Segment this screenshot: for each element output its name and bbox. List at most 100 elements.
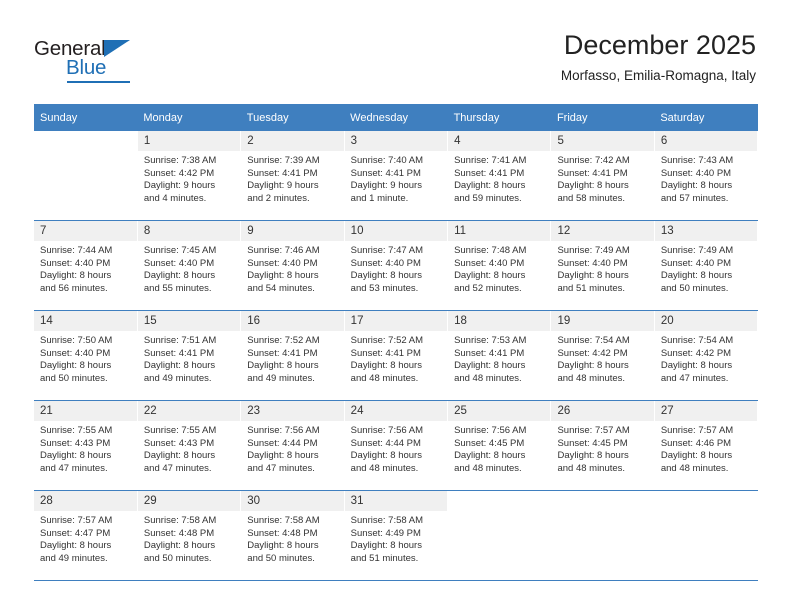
calendar-day-cell[interactable]: 28 Sunrise: 7:57 AM Sunset: 4:47 PM Dayligh… xyxy=(34,490,138,581)
daylight-text: Daylight: 8 hours xyxy=(40,270,112,282)
calendar-day-cell[interactable]: 27 Sunrise: 7:57 AM Sunset: 4:46 PM Dayligh… xyxy=(654,400,759,491)
sunrise-text: Sunrise: 7:51 AM xyxy=(143,335,217,346)
day-number: 11 xyxy=(448,221,551,241)
daylight-text: and 48 minutes. xyxy=(557,462,626,474)
calendar-day-cell[interactable]: 21 Sunrise: 7:55 AM Sunset: 4:43 PM Dayligh… xyxy=(34,400,138,491)
calendar-cell-empty xyxy=(34,131,138,221)
day-details: Sunrise: 7:56 AM Sunset: 4:44 PM Daylight:… xyxy=(345,421,447,475)
calendar-day-cell[interactable]: 24 Sunrise: 7:56 AM Sunset: 4:44 PM Dayligh… xyxy=(344,400,449,491)
calendar-day-cell[interactable]: 2 Sunrise: 7:39 AM Sunset: 4:41 PM Daylight… xyxy=(240,131,345,221)
calendar-day-cell[interactable]: 31 Sunrise: 7:58 AM Sunset: 4:49 PM Dayligh… xyxy=(344,490,449,581)
day-details: Sunrise: 7:54 AM Sunset: 4:42 PM Daylight:… xyxy=(551,331,653,385)
daylight-text: and 49 minutes. xyxy=(247,372,315,384)
calendar-body: 1 Sunrise: 7:38 AM Sunset: 4:42 PM Daylight… xyxy=(34,131,759,581)
day-number: 26 xyxy=(551,401,654,421)
daylight-text: Daylight: 8 hours xyxy=(247,360,319,372)
daylight-text: and 1 minute. xyxy=(350,192,409,204)
daylight-text: and 48 minutes. xyxy=(350,462,419,474)
day-details: Sunrise: 7:53 AM Sunset: 4:41 PM Daylight:… xyxy=(448,331,550,385)
sunset-text: Sunset: 4:40 PM xyxy=(454,257,525,269)
calendar-day-cell[interactable]: 17 Sunrise: 7:52 AM Sunset: 4:41 PM Dayligh… xyxy=(344,310,449,401)
day-details: Sunrise: 7:50 AM Sunset: 4:40 PM Daylight:… xyxy=(34,331,137,385)
day-number: 14 xyxy=(34,311,137,331)
sunrise-text: Sunrise: 7:57 AM xyxy=(660,425,734,436)
calendar-week-row: 14 Sunrise: 7:50 AM Sunset: 4:40 PM Dayligh… xyxy=(34,310,759,401)
calendar-day-cell[interactable]: 22 Sunrise: 7:55 AM Sunset: 4:43 PM Dayligh… xyxy=(137,400,242,491)
day-number: 9 xyxy=(241,221,344,241)
calendar-day-cell[interactable]: 29 Sunrise: 7:58 AM Sunset: 4:48 PM Dayligh… xyxy=(137,490,242,581)
day-number: 28 xyxy=(34,491,137,511)
sunrise-text: Sunrise: 7:50 AM xyxy=(40,335,113,346)
day-details: Sunrise: 7:44 AM Sunset: 4:40 PM Daylight:… xyxy=(34,241,137,295)
calendar-day-cell[interactable]: 20 Sunrise: 7:54 AM Sunset: 4:42 PM Dayligh… xyxy=(654,310,759,401)
generalblue-logo[interactable]: General Blue xyxy=(34,38,174,84)
day-number: 7 xyxy=(34,221,137,241)
day-number: 18 xyxy=(448,311,551,331)
calendar-day-cell[interactable]: 1 Sunrise: 7:38 AM Sunset: 4:42 PM Daylight… xyxy=(137,131,242,221)
sunset-text: Sunset: 4:42 PM xyxy=(143,167,215,179)
daylight-text: and 58 minutes. xyxy=(557,192,626,204)
sunrise-text: Sunrise: 7:49 AM xyxy=(557,245,630,256)
daylight-text: Daylight: 8 hours xyxy=(557,180,629,192)
calendar-day-cell[interactable]: 23 Sunrise: 7:56 AM Sunset: 4:44 PM Dayligh… xyxy=(240,400,345,491)
day-number: 16 xyxy=(241,311,344,331)
logo-underline xyxy=(67,81,130,83)
daylight-text: Daylight: 8 hours xyxy=(660,450,733,462)
daylight-text: Daylight: 8 hours xyxy=(557,360,629,372)
calendar-day-cell[interactable]: 7 Sunrise: 7:44 AM Sunset: 4:40 PM Daylight… xyxy=(34,220,138,311)
weekday-header-wednesday: Wednesday xyxy=(344,104,448,131)
calendar-day-cell[interactable]: 6 Sunrise: 7:43 AM Sunset: 4:40 PM Daylight… xyxy=(654,131,759,221)
daylight-text: and 50 minutes. xyxy=(247,552,315,564)
sunset-text: Sunset: 4:41 PM xyxy=(247,347,318,359)
calendar-day-cell[interactable]: 12 Sunrise: 7:49 AM Sunset: 4:40 PM Dayligh… xyxy=(550,220,655,311)
sunrise-text: Sunrise: 7:54 AM xyxy=(557,335,630,346)
calendar-day-cell[interactable]: 19 Sunrise: 7:54 AM Sunset: 4:42 PM Dayligh… xyxy=(550,310,655,401)
calendar-day-cell[interactable]: 13 Sunrise: 7:49 AM Sunset: 4:40 PM Dayligh… xyxy=(654,220,759,311)
sunrise-text: Sunrise: 7:52 AM xyxy=(350,335,424,346)
calendar-day-cell[interactable]: 18 Sunrise: 7:53 AM Sunset: 4:41 PM Dayligh… xyxy=(447,310,552,401)
logo-text-blue: Blue xyxy=(66,56,107,79)
calendar-day-cell[interactable]: 14 Sunrise: 7:50 AM Sunset: 4:40 PM Dayligh… xyxy=(34,310,138,401)
sunrise-sunset-calendar: Sunday Monday Tuesday Wednesday Thursday… xyxy=(34,104,759,581)
weekday-header-tuesday: Tuesday xyxy=(240,104,345,131)
daylight-text: and 55 minutes. xyxy=(143,282,212,294)
sunset-text: Sunset: 4:41 PM xyxy=(454,167,525,179)
weekday-header-monday: Monday xyxy=(137,104,241,131)
calendar-day-cell[interactable]: 16 Sunrise: 7:52 AM Sunset: 4:41 PM Dayligh… xyxy=(240,310,345,401)
calendar-week-row: 1 Sunrise: 7:38 AM Sunset: 4:42 PM Daylight… xyxy=(34,131,759,221)
logo-triangle-icon xyxy=(104,40,130,57)
sunset-text: Sunset: 4:48 PM xyxy=(143,527,215,539)
day-number: 13 xyxy=(654,221,758,241)
sunrise-text: Sunrise: 7:56 AM xyxy=(454,425,527,436)
sunrise-text: Sunrise: 7:48 AM xyxy=(454,245,527,256)
daylight-text: Daylight: 9 hours xyxy=(247,180,319,192)
page-header: General Blue December 2025 Morfasso, Emi… xyxy=(0,0,792,103)
sunset-text: Sunset: 4:40 PM xyxy=(350,257,421,269)
calendar-day-cell[interactable]: 25 Sunrise: 7:56 AM Sunset: 4:45 PM Dayligh… xyxy=(447,400,552,491)
day-number xyxy=(551,491,653,511)
calendar-day-cell[interactable]: 5 Sunrise: 7:42 AM Sunset: 4:41 PM Daylight… xyxy=(550,131,655,221)
calendar-day-cell[interactable]: 26 Sunrise: 7:57 AM Sunset: 4:45 PM Dayligh… xyxy=(550,400,655,491)
calendar-day-cell[interactable]: 15 Sunrise: 7:51 AM Sunset: 4:41 PM Dayligh… xyxy=(137,310,242,401)
sunrise-text: Sunrise: 7:57 AM xyxy=(557,425,630,436)
calendar-day-cell[interactable]: 9 Sunrise: 7:46 AM Sunset: 4:40 PM Daylight… xyxy=(240,220,345,311)
calendar-day-cell[interactable]: 4 Sunrise: 7:41 AM Sunset: 4:41 PM Daylight… xyxy=(447,131,552,221)
calendar-week-row: 7 Sunrise: 7:44 AM Sunset: 4:40 PM Daylight… xyxy=(34,220,759,311)
calendar-day-cell[interactable]: 30 Sunrise: 7:58 AM Sunset: 4:48 PM Dayligh… xyxy=(240,490,345,581)
sunset-text: Sunset: 4:44 PM xyxy=(350,437,421,449)
daylight-text: Daylight: 8 hours xyxy=(247,540,319,552)
day-details: Sunrise: 7:52 AM Sunset: 4:41 PM Daylight:… xyxy=(241,331,343,385)
daylight-text: and 4 minutes. xyxy=(143,192,207,204)
day-details: Sunrise: 7:48 AM Sunset: 4:40 PM Daylight:… xyxy=(448,241,550,295)
daylight-text: Daylight: 8 hours xyxy=(454,270,526,282)
calendar-day-cell[interactable]: 11 Sunrise: 7:48 AM Sunset: 4:40 PM Dayligh… xyxy=(447,220,552,311)
day-details: Sunrise: 7:58 AM Sunset: 4:48 PM Daylight:… xyxy=(241,511,343,565)
daylight-text: Daylight: 8 hours xyxy=(247,270,319,282)
daylight-text: and 52 minutes. xyxy=(454,282,522,294)
daylight-text: Daylight: 8 hours xyxy=(350,450,422,462)
calendar-day-cell[interactable]: 3 Sunrise: 7:40 AM Sunset: 4:41 PM Daylight… xyxy=(344,131,449,221)
calendar-day-cell[interactable]: 8 Sunrise: 7:45 AM Sunset: 4:40 PM Daylight… xyxy=(137,220,242,311)
sunrise-text: Sunrise: 7:49 AM xyxy=(660,245,734,256)
day-number: 27 xyxy=(654,401,758,421)
calendar-day-cell[interactable]: 10 Sunrise: 7:47 AM Sunset: 4:40 PM Dayligh… xyxy=(344,220,449,311)
